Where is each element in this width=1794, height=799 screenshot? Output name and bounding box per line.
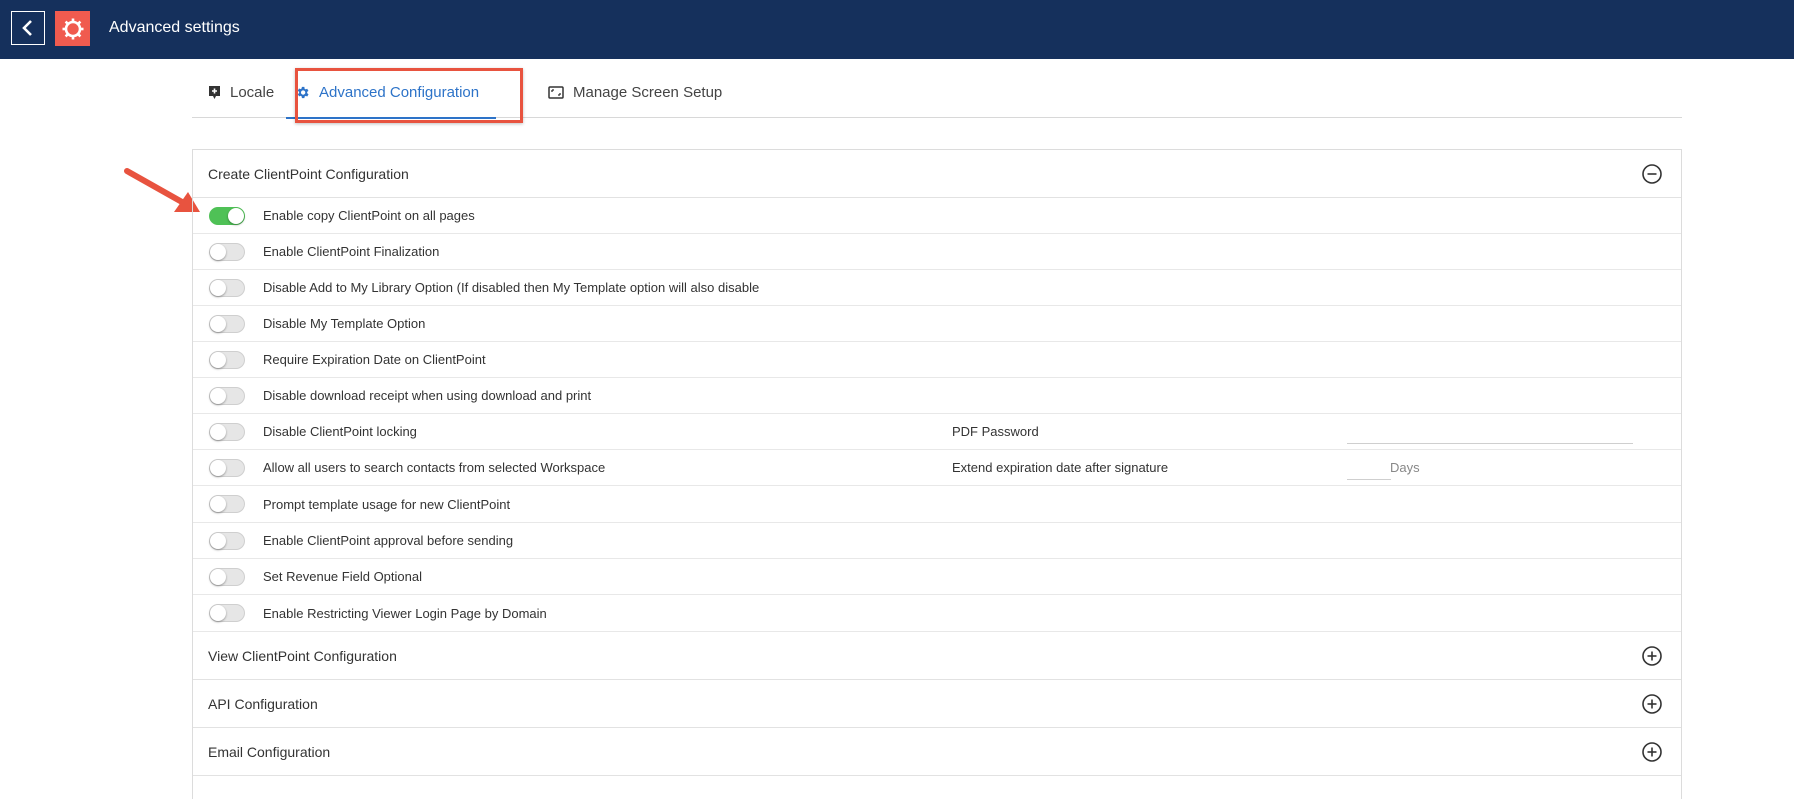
setting-row: Enable Restricting Viewer Login Page by … [193,595,1681,632]
gear-icon [297,86,309,99]
toggle-knob [210,280,226,296]
setting-row: Enable ClientPoint Finalization [193,234,1681,270]
top-bar: Advanced settings [0,0,1794,59]
extend-expiration-label: Extend expiration date after signature [952,460,1169,475]
section-api[interactable]: API Configuration [193,680,1681,728]
toggle-approval-before-sending[interactable] [209,532,245,550]
setting-label: Enable copy ClientPoint on all pages [263,208,475,223]
configuration-panel: Create ClientPoint Configuration Enable … [192,149,1682,799]
toggle-disable-add-library[interactable] [209,279,245,297]
setting-label: Require Expiration Date on ClientPoint [263,352,486,367]
chevron-left-icon [22,20,32,36]
app-logo [55,11,90,46]
tab-bar: Locale Advanced Configuration Manage Scr… [192,67,1682,119]
tab-manage-screen-setup[interactable]: Manage Screen Setup [548,67,722,118]
setting-row: Set Revenue Field Optional [193,559,1681,595]
toggle-disable-download-receipt[interactable] [209,387,245,405]
toggle-prompt-template[interactable] [209,495,245,513]
settings-logo-icon [62,18,83,39]
setting-row: Prompt template usage for new ClientPoin… [193,486,1681,523]
toggle-disable-locking[interactable] [209,423,245,441]
toggle-finalization[interactable] [209,243,245,261]
setting-label: Set Revenue Field Optional [263,569,422,584]
toggle-restrict-viewer-login[interactable] [209,604,245,622]
back-button[interactable] [11,11,45,45]
toggle-knob [210,424,226,440]
setting-label: Disable My Template Option [263,316,426,331]
toggle-disable-template[interactable] [209,315,245,333]
toggle-copy-clientpoint[interactable] [209,207,245,225]
toggle-revenue-optional[interactable] [209,568,245,586]
toggle-knob [210,569,226,585]
toggle-require-expiration[interactable] [209,351,245,369]
section-title: Email Configuration [208,743,331,760]
tab-locale[interactable]: Locale [208,67,274,118]
toggle-knob [210,352,226,368]
setting-row: Enable copy ClientPoint on all pages [193,198,1681,234]
page-title: Advanced settings [109,19,240,36]
expand-icon[interactable] [1641,693,1663,715]
pdf-password-input[interactable] [1347,422,1633,444]
toggle-knob [210,388,226,404]
setting-row: Enable ClientPoint approval before sendi… [193,523,1681,559]
setting-row: Disable download receipt when using down… [193,378,1681,414]
setting-label: Enable ClientPoint approval before sendi… [263,533,514,548]
toggle-knob [228,208,244,224]
collapse-icon[interactable] [1641,163,1663,185]
toggle-knob [210,533,226,549]
toggle-knob [210,605,226,621]
setting-row: Allow all users to search contacts from … [193,450,1681,486]
setting-label: Disable Add to My Library Option (If dis… [263,280,760,295]
days-unit-label: Days [1390,460,1420,475]
setting-row: Disable My Template Option [193,306,1681,342]
section-create-clientpoint[interactable]: Create ClientPoint Configuration [193,150,1681,198]
screen-icon [548,86,564,99]
setting-label: Disable ClientPoint locking [263,424,417,439]
setting-label: Disable download receipt when using down… [263,388,592,403]
tab-advanced-label: Advanced Configuration [319,84,480,101]
setting-label: Prompt template usage for new ClientPoin… [263,496,511,512]
expand-icon[interactable] [1641,741,1663,763]
locale-icon [209,86,220,99]
section-title: Create ClientPoint Configuration [208,165,409,182]
pdf-password-label: PDF Password [952,424,1039,439]
toggle-search-contacts[interactable] [209,459,245,477]
setting-row: Require Expiration Date on ClientPoint [193,342,1681,378]
toggle-knob [210,460,226,476]
toggle-knob [210,496,226,512]
expand-icon[interactable] [1641,645,1663,667]
setting-row: Disable ClientPoint locking PDF Password [193,414,1681,450]
toggle-knob [210,244,226,260]
toggle-knob [210,316,226,332]
tab-advanced-configuration[interactable]: Advanced Configuration [285,67,497,119]
setting-label: Allow all users to search contacts from … [263,460,606,475]
setting-label: Enable Restricting Viewer Login Page by … [263,605,547,621]
extend-days-input[interactable] [1347,458,1391,480]
create-settings-list: Enable copy ClientPoint on all pages Ena… [193,198,1681,632]
section-title: View ClientPoint Configuration [208,647,397,664]
setting-label: Enable ClientPoint Finalization [263,244,440,259]
setting-row: Disable Add to My Library Option (If dis… [193,270,1681,306]
section-email[interactable]: Email Configuration [193,728,1681,776]
section-view-clientpoint[interactable]: View ClientPoint Configuration [193,632,1681,680]
section-title: API Configuration [208,695,318,712]
tab-locale-label: Locale [230,84,275,101]
tab-manage-label: Manage Screen Setup [573,84,723,101]
